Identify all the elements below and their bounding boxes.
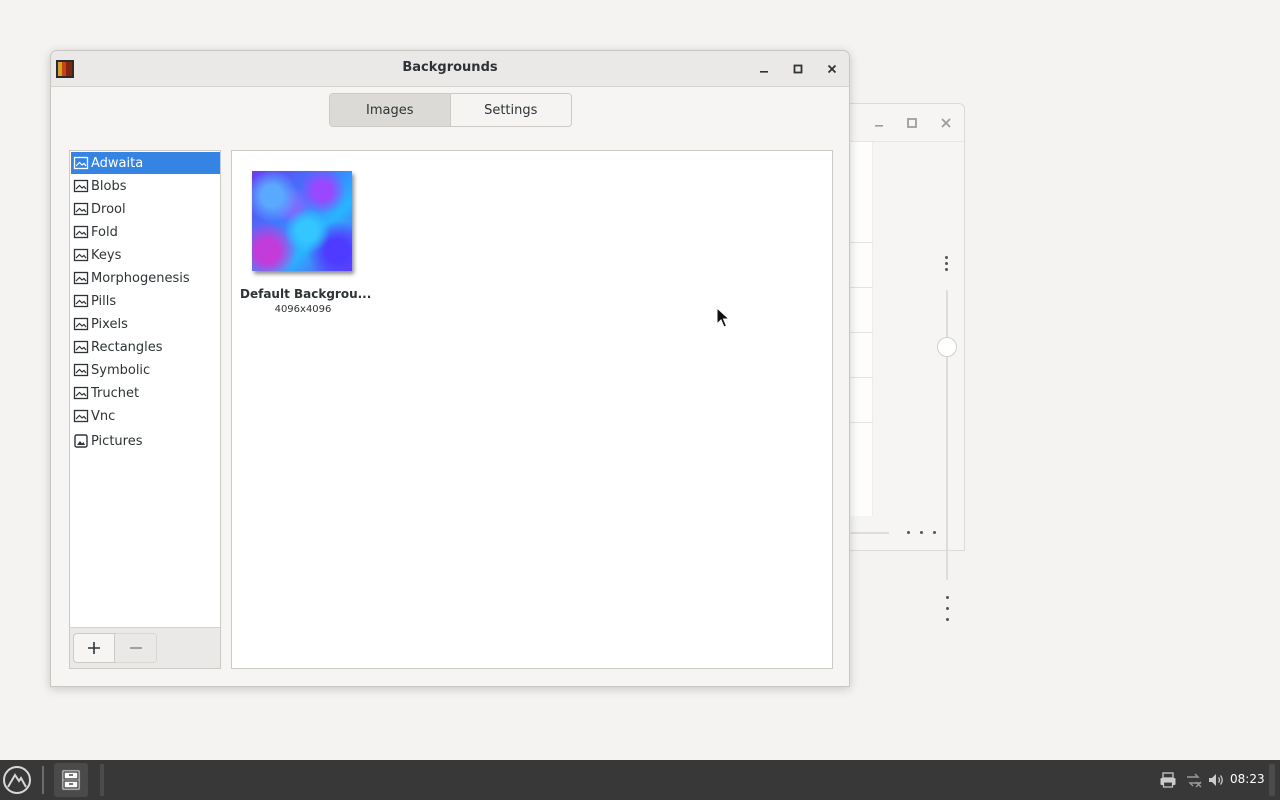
image-folder-icon <box>73 271 89 285</box>
source-item-label: Drool <box>91 201 126 217</box>
source-item-label: Rectangles <box>91 339 163 355</box>
source-item-label: Pills <box>91 293 117 309</box>
close-icon[interactable] <box>938 115 954 131</box>
maximize-icon[interactable] <box>904 115 920 131</box>
thumbnail-size: 4096x4096 <box>274 304 332 315</box>
background-window[interactable] <box>840 103 965 621</box>
close-icon[interactable] <box>824 61 840 77</box>
image-folder-icon <box>73 248 89 262</box>
network-icon[interactable] <box>1185 771 1203 789</box>
background-window-titlebar[interactable] <box>841 104 964 142</box>
show-desktop-button[interactable] <box>1269 764 1275 796</box>
source-item-blobs[interactable]: Blobs <box>71 175 220 197</box>
taskbar-app-backgrounds[interactable] <box>54 763 88 797</box>
source-item-label: Pixels <box>91 316 128 332</box>
source-item-pills[interactable]: Pills <box>71 290 220 312</box>
source-item-label: Keys <box>91 247 122 263</box>
remove-source-button[interactable] <box>115 633 157 663</box>
source-item-adwaita[interactable]: Adwaita <box>71 152 220 174</box>
source-item-pixels[interactable]: Pixels <box>71 313 220 335</box>
source-list-toolbar <box>70 627 220 668</box>
minimize-icon[interactable] <box>871 115 887 131</box>
image-grid: Default Backgrou... 4096x4096 <box>231 150 833 669</box>
thumbnail-name: Default Backgrou... <box>240 287 372 301</box>
mouse-cursor-icon <box>716 307 730 328</box>
source-item-label: Morphogenesis <box>91 270 190 286</box>
source-item-label: Adwaita <box>91 155 144 171</box>
source-item-label: Truchet <box>91 385 140 401</box>
source-item-drool[interactable]: Drool <box>71 198 220 220</box>
source-item-keys[interactable]: Keys <box>71 244 220 266</box>
app-launcher-icon[interactable] <box>2 765 32 795</box>
maximize-icon[interactable] <box>790 61 806 77</box>
image-folder-icon <box>73 340 89 354</box>
printer-icon[interactable] <box>1159 771 1177 789</box>
image-folder-icon <box>73 202 89 216</box>
vertical-slider-knob[interactable] <box>937 337 957 357</box>
image-folder-icon <box>73 156 89 170</box>
horizontal-dots-icon <box>907 531 936 534</box>
background-thumbnail[interactable] <box>252 171 352 271</box>
image-folder-icon <box>73 225 89 239</box>
image-folder-icon <box>73 294 89 308</box>
taskbar-separator <box>42 766 44 794</box>
view-switcher: Images Settings <box>329 93 572 127</box>
file-cabinet-icon <box>61 769 81 791</box>
source-item-pictures[interactable]: Pictures <box>71 430 220 452</box>
source-item-morphogenesis[interactable]: Morphogenesis <box>71 267 220 289</box>
horizontal-slider-track[interactable] <box>851 532 889 534</box>
source-item-truchet[interactable]: Truchet <box>71 382 220 404</box>
source-item-label: Fold <box>91 224 118 240</box>
source-item-rectangles[interactable]: Rectangles <box>71 336 220 358</box>
source-item-label: Vnc <box>91 408 116 424</box>
image-folder-icon <box>73 179 89 193</box>
source-item-vnc[interactable]: Vnc <box>71 405 220 427</box>
minimize-icon[interactable] <box>756 61 772 77</box>
window-titlebar[interactable]: Backgrounds <box>51 51 849 87</box>
clock[interactable]: 08:23 <box>1230 772 1265 786</box>
kebab-menu-icon[interactable] <box>945 256 949 274</box>
minus-icon <box>129 647 142 649</box>
volume-icon[interactable] <box>1207 771 1225 789</box>
source-item-label: Symbolic <box>91 362 151 378</box>
source-item-label: Pictures <box>91 433 143 449</box>
vertical-dots-icon <box>946 596 949 629</box>
source-item-fold[interactable]: Fold <box>71 221 220 243</box>
backgrounds-window[interactable]: Backgrounds Images Settings Adwaita Blob… <box>50 50 850 687</box>
image-folder-icon <box>73 386 89 400</box>
source-item-label: Blobs <box>91 178 127 194</box>
source-item-symbolic[interactable]: Symbolic <box>71 359 220 381</box>
source-list: Adwaita Blobs Drool Fold Keys Morphogene… <box>69 150 221 669</box>
pictures-folder-icon <box>74 434 88 448</box>
add-source-button[interactable] <box>73 633 115 663</box>
taskbar-handle[interactable] <box>100 764 104 796</box>
taskbar: 08:23 <box>0 760 1280 800</box>
image-folder-icon <box>73 409 89 423</box>
background-thumbnail-item[interactable]: Default Backgrou... 4096x4096 <box>240 171 372 315</box>
vertical-slider-track[interactable] <box>946 290 948 580</box>
image-folder-icon <box>73 317 89 331</box>
tab-images[interactable]: Images <box>330 94 451 126</box>
image-folder-icon <box>73 363 89 377</box>
window-title: Backgrounds <box>402 60 498 75</box>
plus-icon <box>88 642 100 654</box>
tab-settings[interactable]: Settings <box>450 94 571 126</box>
